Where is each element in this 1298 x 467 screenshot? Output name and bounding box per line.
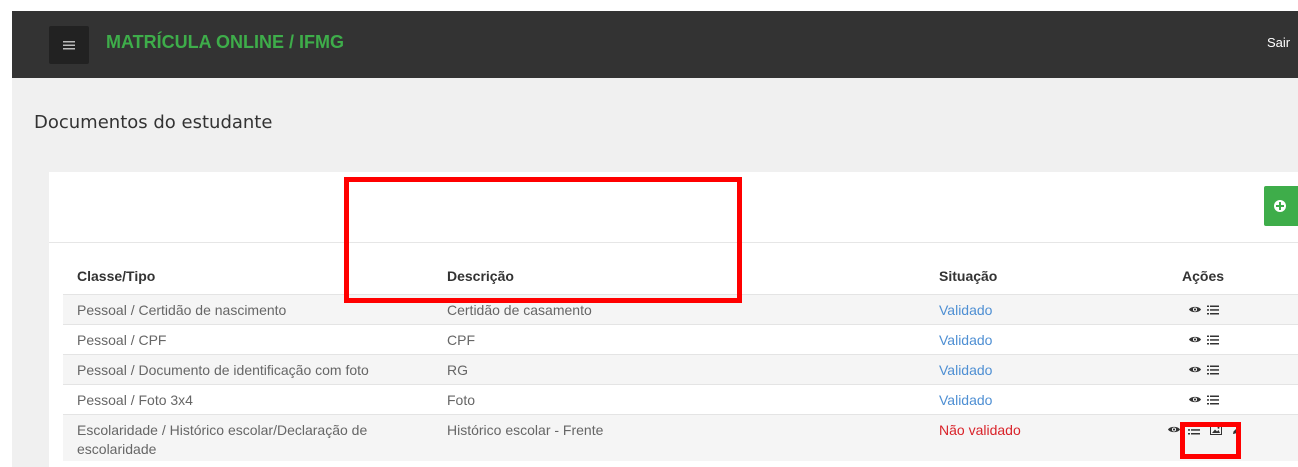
column-header-acoes: Ações <box>1182 268 1225 284</box>
plus-circle-icon <box>1274 200 1286 212</box>
cell-classe: Pessoal / Foto 3x4 <box>77 392 193 408</box>
cell-situacao: Validado <box>939 362 993 378</box>
top-navbar: MATRÍCULA ONLINE / IFMG Sair <box>12 11 1298 78</box>
cell-situacao: Validado <box>939 332 993 348</box>
eye-icon[interactable] <box>1189 305 1201 314</box>
list-icon[interactable] <box>1207 305 1219 315</box>
eye-icon[interactable] <box>1168 425 1180 434</box>
cell-descricao: Foto <box>447 392 476 408</box>
eye-icon[interactable] <box>1189 395 1201 404</box>
column-header-situacao: Situação <box>939 268 998 284</box>
highlight-box-actions <box>1180 422 1241 459</box>
add-document-button[interactable] <box>1264 186 1298 226</box>
cell-situacao: Não validado <box>939 422 1021 438</box>
cell-descricao: Histórico escolar - Frente <box>447 422 604 438</box>
table-row: Pessoal / Documento de identificação com… <box>63 354 1298 385</box>
menu-toggle-button[interactable] <box>49 26 89 64</box>
page-title: Documentos do estudante <box>34 112 273 133</box>
cell-descricao: Certidão de casamento <box>447 302 592 318</box>
app-title[interactable]: MATRÍCULA ONLINE / IFMG <box>106 32 344 53</box>
highlight-box-description <box>344 177 742 303</box>
cell-situacao: Validado <box>939 302 993 318</box>
cell-descricao: CPF <box>447 332 475 348</box>
list-icon[interactable] <box>1207 395 1219 405</box>
logout-link[interactable]: Sair <box>1267 35 1290 50</box>
eye-icon[interactable] <box>1189 365 1201 374</box>
table-row: Escolaridade / Histórico escolar/Declara… <box>63 414 1298 461</box>
cell-classe: Pessoal / Certidão de nascimento <box>77 302 287 318</box>
cell-classe: Pessoal / Documento de identificação com… <box>77 362 369 378</box>
cell-situacao: Validado <box>939 392 993 408</box>
main-content: Documentos do estudante Classe/Tipo Desc… <box>12 78 1298 467</box>
table-row: Pessoal / CPF CPF Validado <box>63 324 1298 355</box>
hamburger-menu-icon <box>63 41 75 50</box>
cell-classe: Escolaridade / Histórico escolar/Declara… <box>77 422 368 457</box>
table-row: Pessoal / Foto 3x4 Foto Validado <box>63 384 1298 415</box>
eye-icon[interactable] <box>1189 335 1201 344</box>
cell-descricao: RG <box>447 362 468 378</box>
list-icon[interactable] <box>1207 335 1219 345</box>
list-icon[interactable] <box>1207 365 1219 375</box>
column-header-classe: Classe/Tipo <box>77 268 156 284</box>
cell-classe: Pessoal / CPF <box>77 332 167 348</box>
